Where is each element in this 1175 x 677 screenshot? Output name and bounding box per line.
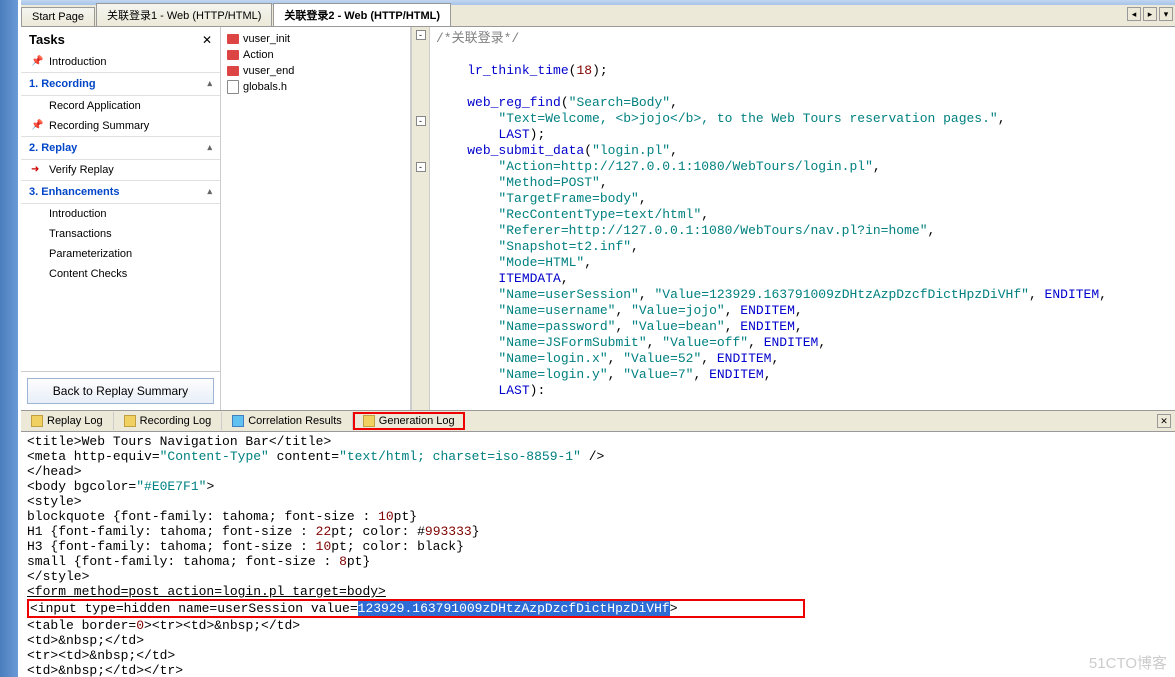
tab-generation-log[interactable]: Generation Log	[353, 412, 465, 430]
task-section-replay[interactable]: 2. Replay	[21, 136, 220, 160]
tasks-title: Tasks	[29, 32, 65, 47]
task-content-checks[interactable]: Content Checks	[21, 264, 220, 284]
task-section-enhancements[interactable]: 3. Enhancements	[21, 180, 220, 204]
task-enh-intro[interactable]: Introduction	[21, 204, 220, 224]
tab-script-1[interactable]: 关联登录1 - Web (HTTP/HTML)	[96, 3, 272, 26]
document-tabbar: Start Page 关联登录1 - Web (HTTP/HTML) 关联登录2…	[21, 5, 1175, 27]
tab-recording-log[interactable]: Recording Log	[114, 412, 223, 430]
back-to-replay-summary-button[interactable]: Back to Replay Summary	[27, 378, 214, 404]
task-recording-summary[interactable]: 📌Recording Summary	[21, 116, 220, 136]
tree-vuser-end[interactable]: vuser_end	[225, 63, 406, 79]
fold-icon[interactable]: -	[416, 162, 426, 172]
task-section-recording[interactable]: 1. Recording	[21, 72, 220, 96]
tab-start-page[interactable]: Start Page	[21, 7, 95, 26]
tab-script-2[interactable]: 关联登录2 - Web (HTTP/HTML)	[273, 3, 451, 26]
log-icon	[124, 415, 136, 427]
task-verify-replay[interactable]: ➜Verify Replay	[21, 160, 220, 180]
task-parameterization[interactable]: Parameterization	[21, 244, 220, 264]
close-icon[interactable]: ✕	[1157, 414, 1171, 428]
code-editor[interactable]: - - - /*关联登录*/ lr_think_time(18); web_re…	[411, 27, 1175, 410]
watermark: 51CTO博客	[1089, 652, 1167, 673]
tree-globals-h[interactable]: globals.h	[225, 79, 406, 95]
fold-icon[interactable]: -	[416, 116, 426, 126]
tasks-pane: Tasks ✕ 📌Introduction 1. Recording Recor…	[21, 27, 221, 410]
pin-icon: 📌	[31, 120, 43, 131]
correlation-icon	[232, 415, 244, 427]
log-icon	[363, 415, 375, 427]
fold-icon[interactable]: -	[416, 30, 426, 40]
tree-action[interactable]: Action	[225, 47, 406, 63]
task-record-application[interactable]: Record Application	[21, 96, 220, 116]
task-transactions[interactable]: Transactions	[21, 224, 220, 244]
tab-prev-icon[interactable]: ◂	[1127, 7, 1141, 21]
tree-vuser-init[interactable]: vuser_init	[225, 31, 406, 47]
arrow-icon: ➜	[31, 164, 39, 175]
close-icon[interactable]: ✕	[202, 33, 212, 47]
code-content: /*关联登录*/ lr_think_time(18); web_reg_find…	[412, 27, 1175, 403]
task-introduction[interactable]: 📌Introduction	[21, 52, 220, 72]
tab-next-icon[interactable]: ▸	[1143, 7, 1157, 21]
bottom-tabbar: Replay Log Recording Log Correlation Res…	[21, 410, 1175, 432]
left-dock-stripe	[0, 0, 18, 677]
code-gutter: - - -	[412, 27, 430, 410]
tab-replay-log[interactable]: Replay Log	[21, 412, 114, 430]
pin-icon: 📌	[31, 56, 43, 67]
generation-log-output[interactable]: <title>Web Tours Navigation Bar</title> …	[21, 432, 1175, 677]
script-tree: vuser_init Action vuser_end globals.h	[221, 27, 411, 410]
tab-menu-icon[interactable]: ▾	[1159, 7, 1173, 21]
log-icon	[31, 415, 43, 427]
tab-correlation-results[interactable]: Correlation Results	[222, 412, 353, 430]
